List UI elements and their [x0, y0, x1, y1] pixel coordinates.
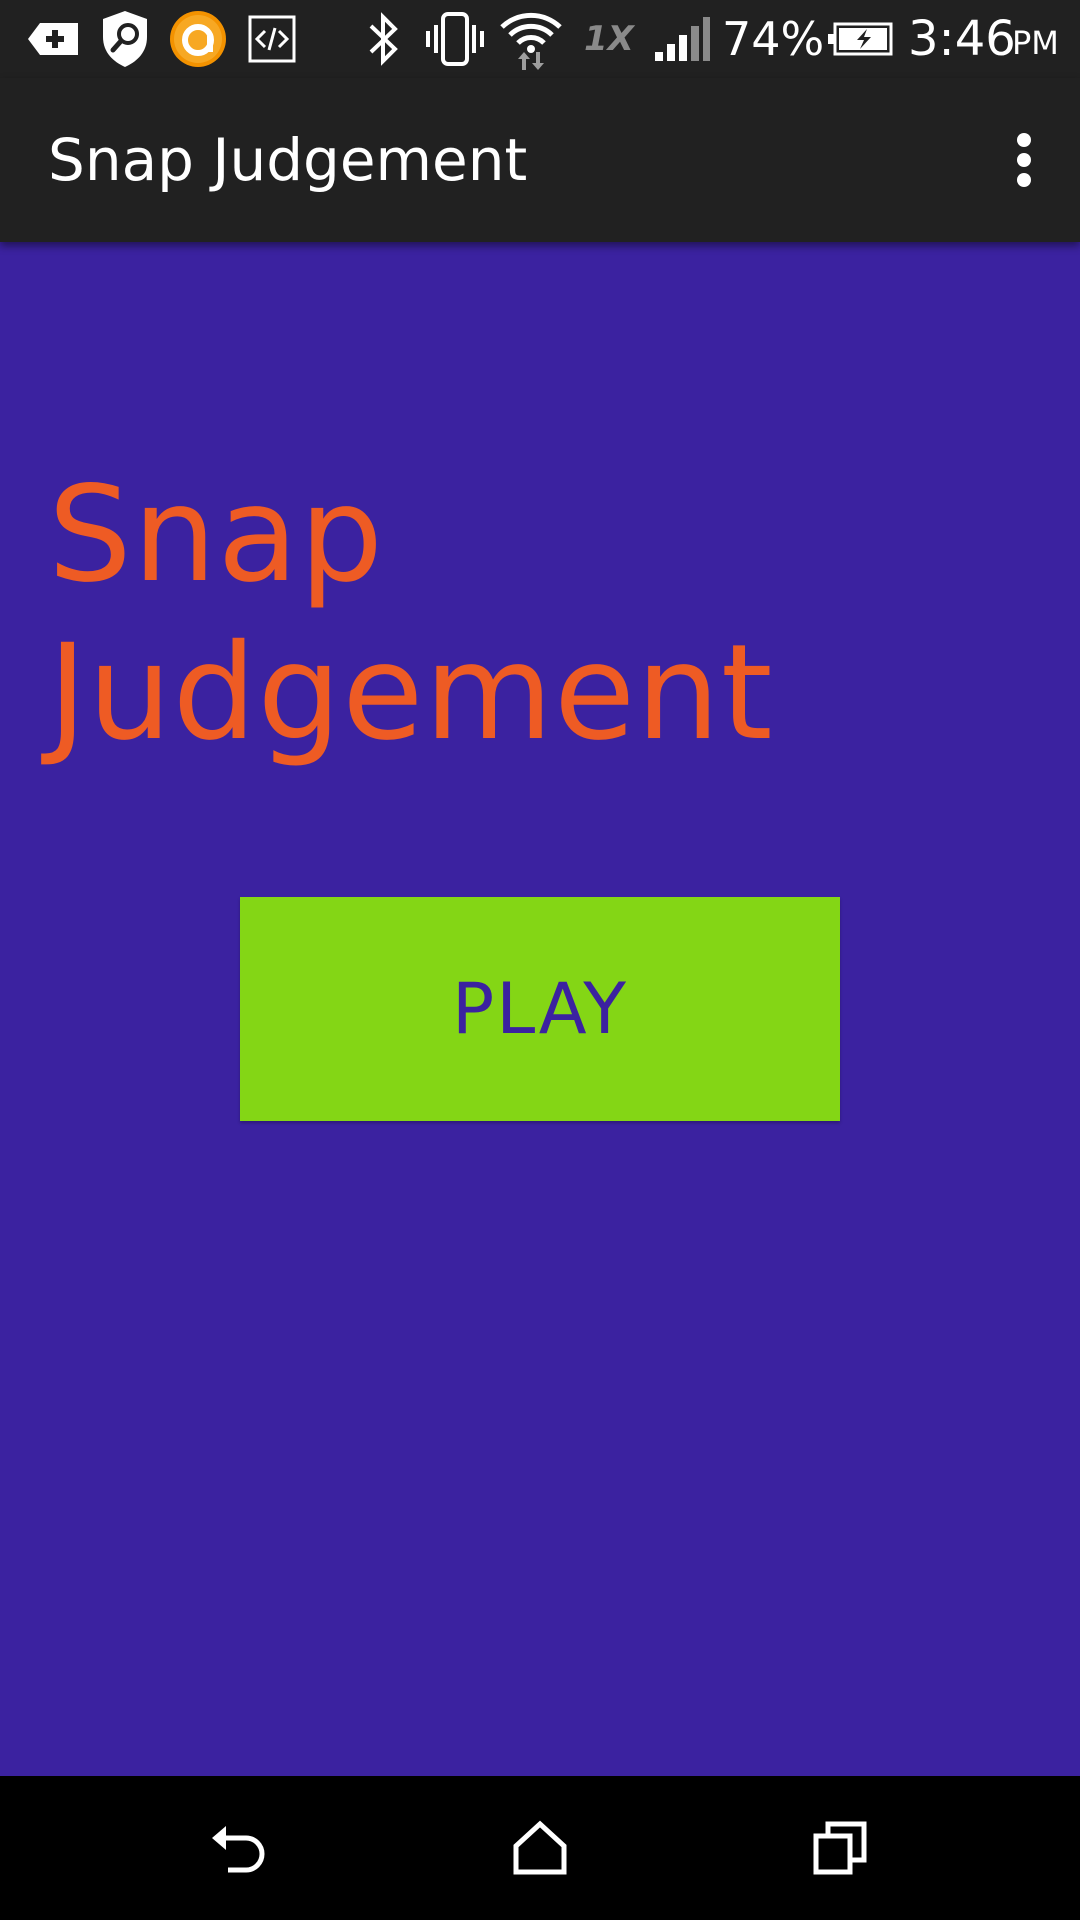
recents-button[interactable] — [760, 1776, 920, 1920]
overflow-menu-button[interactable] — [992, 114, 1056, 206]
game-title-line-2: Judgement — [48, 616, 774, 770]
navigation-bar — [0, 1776, 1080, 1920]
network-type-label: 1X — [584, 19, 634, 59]
recents-icon — [813, 1821, 867, 1875]
game-title: Snap Judgement — [48, 456, 948, 772]
app-screen: 1X 74% 3:46 PM Snap Judgement Snap Judge… — [0, 0, 1080, 1920]
home-button[interactable] — [460, 1776, 620, 1920]
add-notification-icon — [26, 0, 80, 78]
battery-charging-icon — [826, 0, 894, 78]
signal-icon — [652, 0, 712, 78]
code-icon — [246, 0, 298, 78]
bluetooth-icon — [362, 0, 406, 78]
play-button[interactable]: PLAY — [240, 897, 840, 1121]
clock-time: 3:46 — [908, 11, 1016, 67]
main-content: Snap Judgement PLAY — [0, 242, 1080, 1776]
app-toolbar: Snap Judgement — [0, 78, 1080, 242]
battery-percent-label: 74% — [722, 12, 825, 66]
back-button[interactable] — [160, 1776, 320, 1920]
toolbar-title: Snap Judgement — [48, 126, 528, 194]
home-icon — [513, 1820, 567, 1875]
more-vert-icon — [1017, 133, 1031, 187]
status-bar: 1X 74% 3:46 PM — [0, 0, 1080, 78]
vibrate-icon — [424, 0, 486, 78]
game-title-line-1: Snap — [48, 458, 385, 612]
shield-search-icon — [98, 0, 152, 78]
wifi-icon — [496, 0, 566, 78]
back-icon — [212, 1826, 265, 1873]
clock-meridiem: PM — [1012, 24, 1059, 62]
orange-app-icon — [168, 0, 228, 78]
